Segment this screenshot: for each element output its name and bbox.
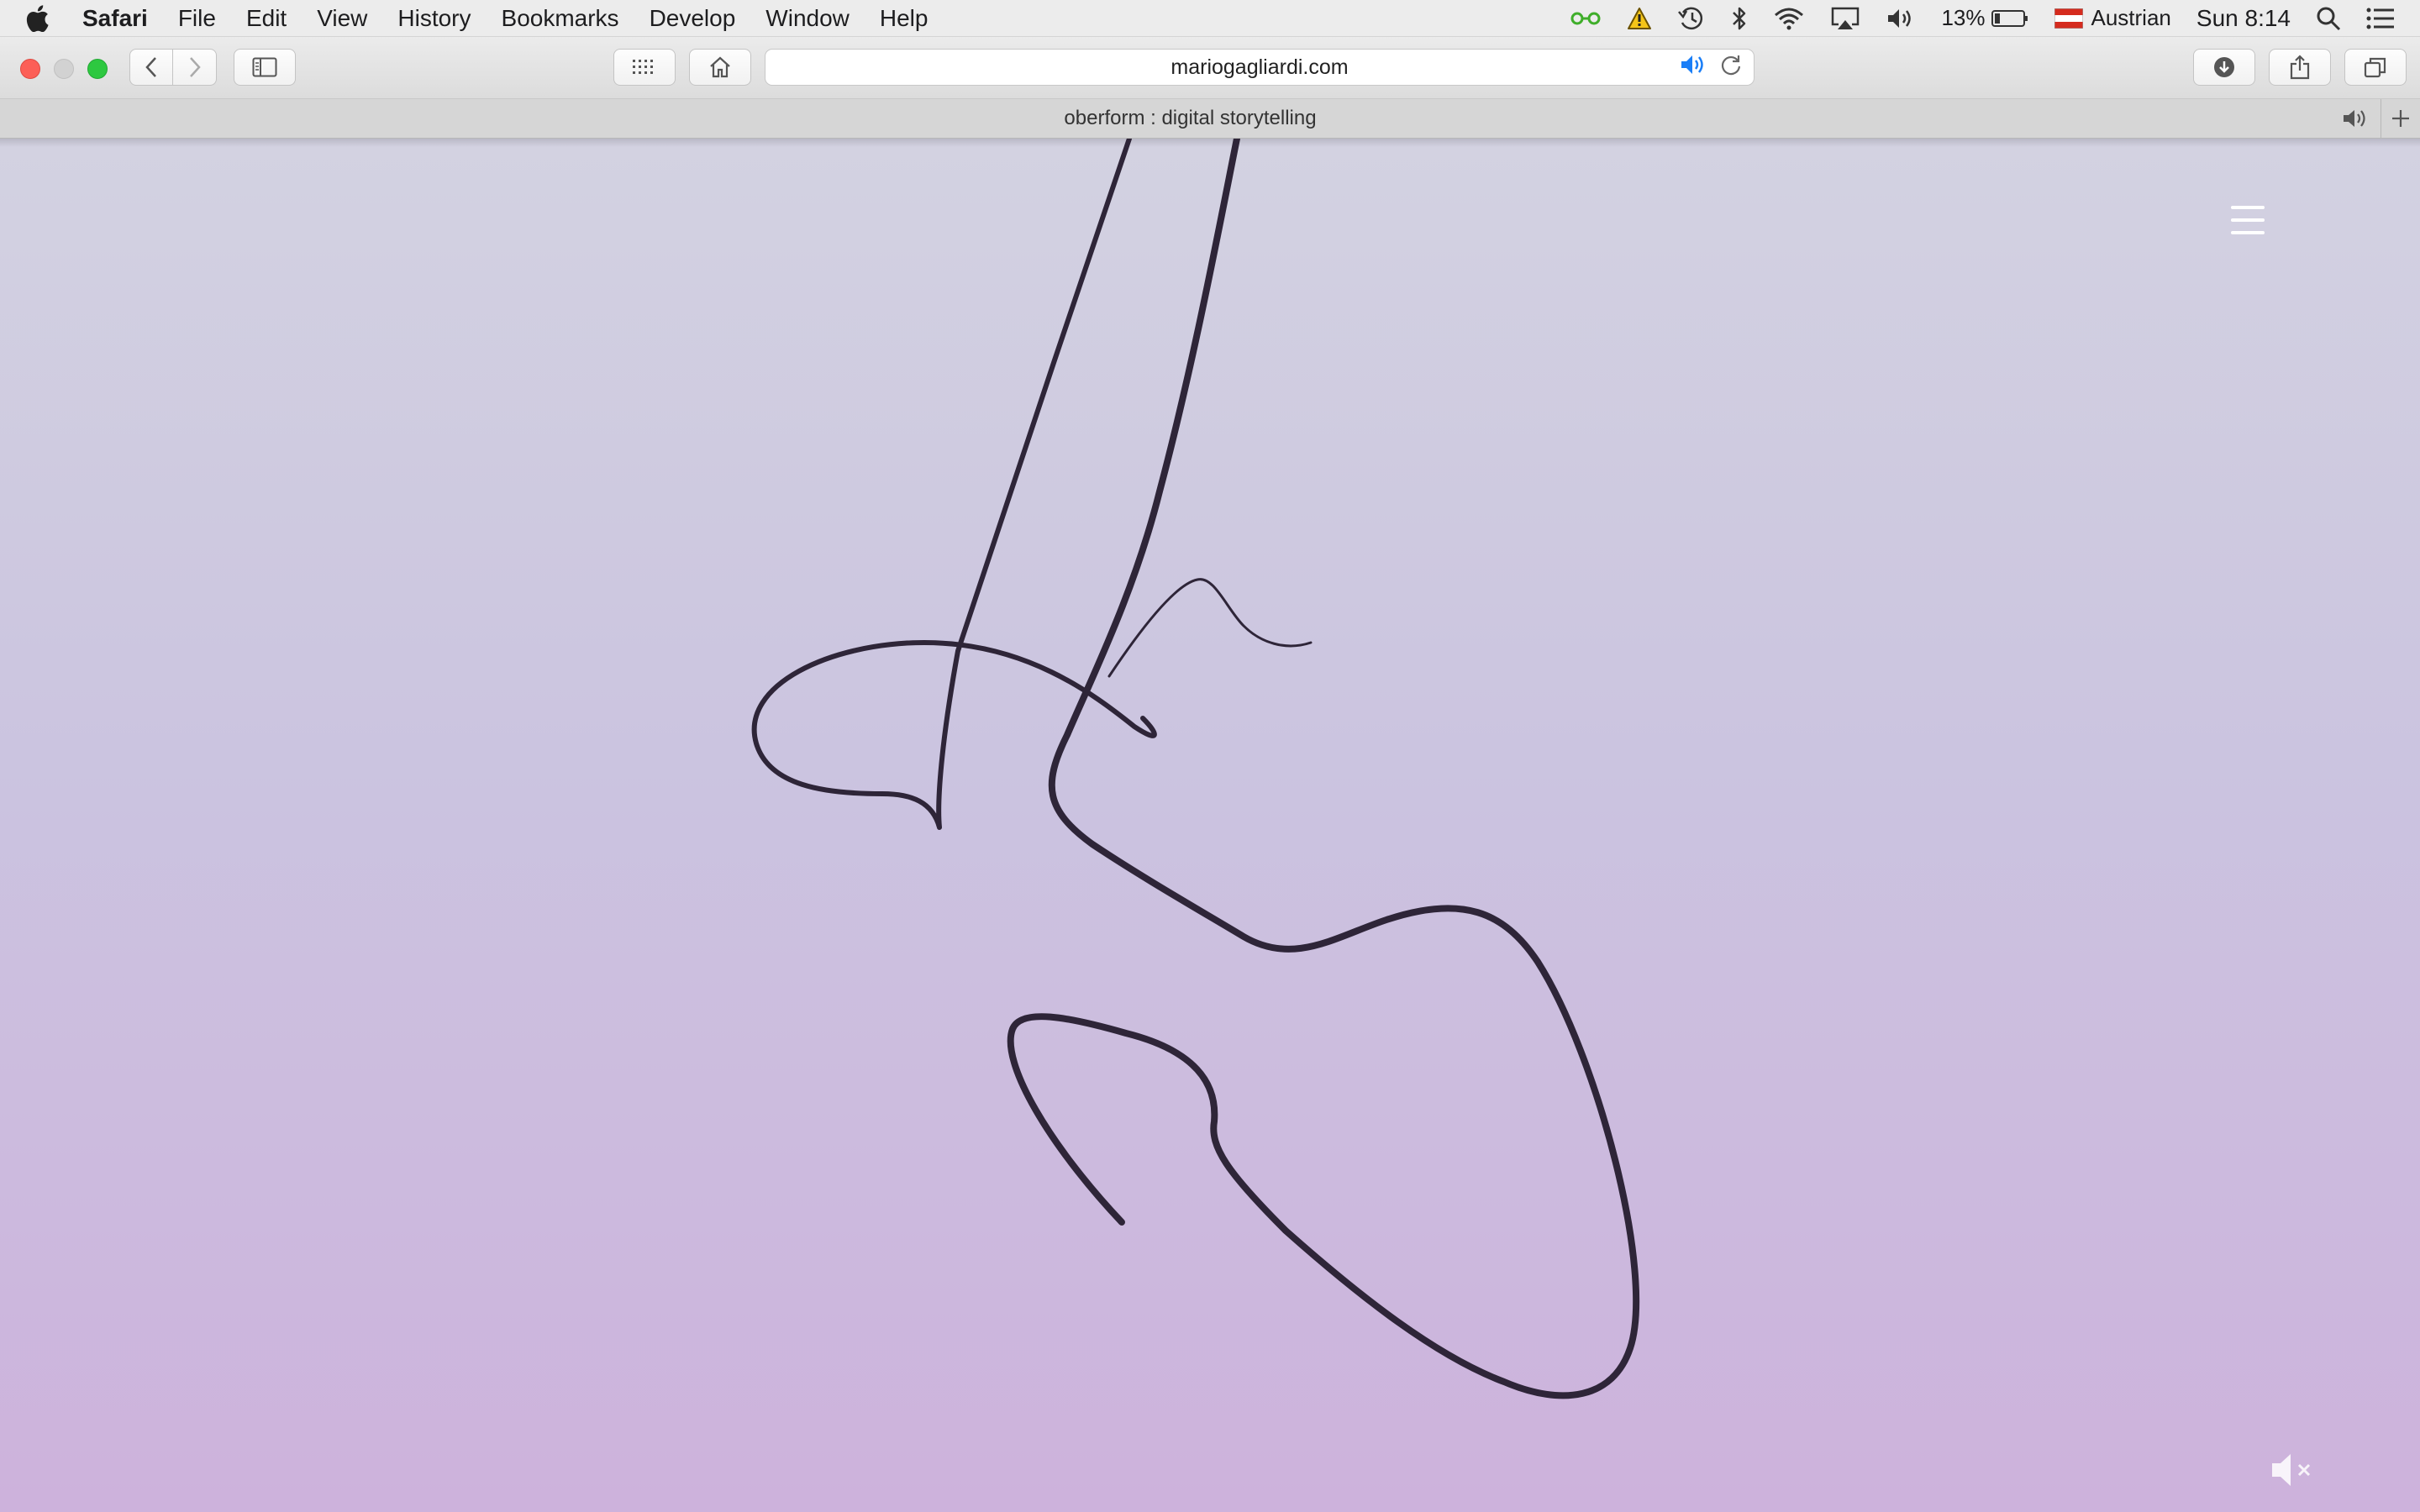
fullscreen-window-button[interactable] (87, 59, 108, 79)
home-button[interactable] (689, 49, 751, 86)
tab-title: oberform : digital storytelling (1064, 107, 1317, 129)
menu-help[interactable]: Help (865, 5, 944, 32)
stroke-left-loop (751, 139, 1157, 830)
safari-toolbar: mariogagliardi.com (0, 37, 2420, 99)
back-button[interactable] (129, 49, 173, 86)
web-page (0, 139, 2420, 1512)
audio-playing-icon (1681, 55, 1703, 74)
mute-icon (2272, 1454, 2311, 1486)
hamburger-menu-button[interactable] (2231, 206, 2265, 234)
downloads-button[interactable] (2193, 49, 2255, 86)
close-window-button[interactable] (20, 59, 40, 79)
tabs-overview-icon (2364, 57, 2386, 78)
vpn-icon[interactable] (1570, 10, 1602, 27)
warning-icon[interactable] (1627, 7, 1652, 30)
apple-menu[interactable] (0, 4, 76, 32)
share-icon (2290, 55, 2310, 80)
apple-icon (26, 4, 49, 32)
menu-safari[interactable]: Safari (76, 5, 163, 32)
tab-bar: oberform : digital storytelling (0, 99, 2420, 139)
menubar-clock[interactable]: Sun 8:14 (2196, 5, 2291, 32)
home-icon (710, 56, 730, 78)
volume-icon[interactable] (1886, 7, 1916, 30)
tab-audio-icon (2344, 110, 2365, 127)
share-button[interactable] (2269, 49, 2331, 86)
top-sites-button[interactable] (613, 49, 676, 86)
keyboard-layout[interactable]: Austrian (2091, 5, 2171, 31)
menu-file[interactable]: File (163, 5, 231, 32)
minimize-window-button[interactable] (54, 59, 74, 79)
battery-percent[interactable]: 13% (1941, 5, 1985, 31)
menu-develop[interactable]: Develop (634, 5, 751, 32)
reload-button[interactable] (1720, 54, 1742, 81)
plus-icon (2392, 110, 2409, 127)
address-bar[interactable]: mariogagliardi.com (765, 49, 1754, 86)
menu-history[interactable]: History (382, 5, 486, 32)
sidebar-icon (252, 57, 277, 77)
reload-icon (1721, 55, 1741, 75)
downloads-icon (2214, 57, 2234, 77)
forward-icon (189, 57, 201, 77)
stroke-thin-flourish (1107, 578, 1313, 678)
wifi-icon[interactable] (1773, 7, 1805, 30)
menu-view[interactable]: View (302, 5, 382, 32)
bluetooth-icon[interactable] (1731, 5, 1748, 32)
tab-audio-button[interactable] (2342, 99, 2370, 138)
menu-window[interactable]: Window (750, 5, 865, 32)
hamburger-line (2231, 231, 2265, 234)
hamburger-menu-icon (2231, 206, 2265, 209)
mute-button[interactable] (2269, 1449, 2319, 1491)
spotlight-icon[interactable] (2316, 6, 2341, 31)
airplay-icon[interactable] (1830, 6, 1860, 31)
battery-icon[interactable] (1991, 8, 2029, 29)
signature-line-drawing (751, 139, 1640, 1399)
back-icon (145, 57, 156, 77)
sidebar-button[interactable] (234, 49, 296, 86)
time-machine-icon[interactable] (1677, 5, 1706, 32)
notification-center-icon[interactable] (2366, 8, 2395, 29)
tabs-overview-button[interactable] (2344, 49, 2407, 86)
forward-button[interactable] (173, 49, 217, 86)
stroke-right-loop (1007, 139, 1640, 1399)
top-sites-grid-icon (633, 60, 653, 74)
menu-bookmarks[interactable]: Bookmarks (487, 5, 634, 32)
audio-playing-button[interactable] (1680, 54, 1708, 81)
flag-icon[interactable] (2054, 8, 2083, 29)
url-text: mariogagliardi.com (1171, 55, 1349, 79)
new-tab-button[interactable] (2381, 99, 2420, 138)
hamburger-line (2231, 218, 2265, 222)
menu-edit[interactable]: Edit (231, 5, 302, 32)
menu-bar: Safari File Edit View History Bookmarks … (0, 0, 2420, 37)
tab-oberform[interactable]: oberform : digital storytelling (0, 99, 2381, 138)
